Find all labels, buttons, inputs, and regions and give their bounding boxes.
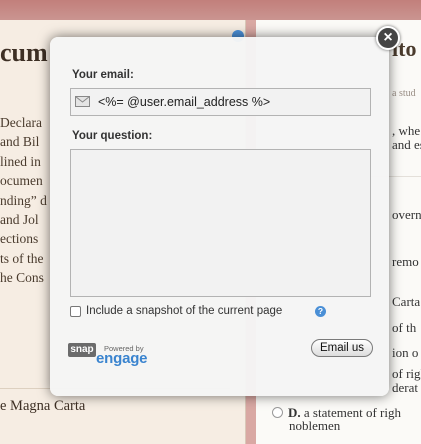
snapshot-checkbox[interactable] (70, 306, 81, 317)
document-line: he Cons (0, 270, 44, 286)
help-icon[interactable]: ? (315, 306, 326, 317)
document-line: ections (0, 231, 39, 247)
mail-icon (75, 96, 90, 107)
quiz-option[interactable]: overn (392, 207, 421, 223)
quiz-option[interactable]: of th (392, 320, 416, 336)
quiz-option-d[interactable]: D. a statement of righ noblemen (272, 406, 401, 432)
document-line: ts of the (0, 250, 44, 266)
quiz-subtitle: a stud (392, 88, 416, 99)
quiz-option[interactable]: derat (392, 380, 418, 396)
quiz-option[interactable]: remo (392, 254, 419, 270)
quiz-question-text: , whe and es (392, 124, 421, 152)
option-text-continued: noblemen (289, 418, 341, 433)
question-textarea[interactable] (70, 149, 371, 297)
document-line: lined in (0, 153, 41, 169)
email-field[interactable]: <%= @user.email_address %> (70, 88, 371, 116)
snap-logo[interactable]: snap (68, 343, 96, 357)
document-line: and Bil (0, 134, 40, 150)
close-icon[interactable]: × (376, 26, 400, 50)
quiz-option[interactable]: Carta (392, 294, 420, 310)
quiz-option[interactable]: ion o (392, 345, 418, 361)
document-line: ocumen (0, 173, 43, 189)
magna-carta-heading: e Magna Carta (0, 398, 86, 414)
question-label: Your question: (72, 130, 153, 142)
quiz-question-line: and es (392, 137, 421, 152)
document-text: Declara and Bil lined in ocumen nding” d… (0, 113, 47, 288)
snapshot-label[interactable]: Include a snapshot of the current page (86, 305, 282, 317)
quiz-question-line: , whe (392, 123, 421, 138)
radio-button[interactable] (272, 407, 283, 418)
document-title: cum (0, 38, 48, 67)
email-us-button[interactable]: Email us (311, 339, 373, 357)
page-header-bar (0, 0, 421, 22)
email-label: Your email: (72, 69, 134, 81)
document-line: nding” d (0, 192, 47, 208)
document-line: Declara (0, 115, 42, 130)
document-line: and Jol (0, 212, 39, 228)
engage-logo[interactable]: engage (96, 350, 148, 367)
